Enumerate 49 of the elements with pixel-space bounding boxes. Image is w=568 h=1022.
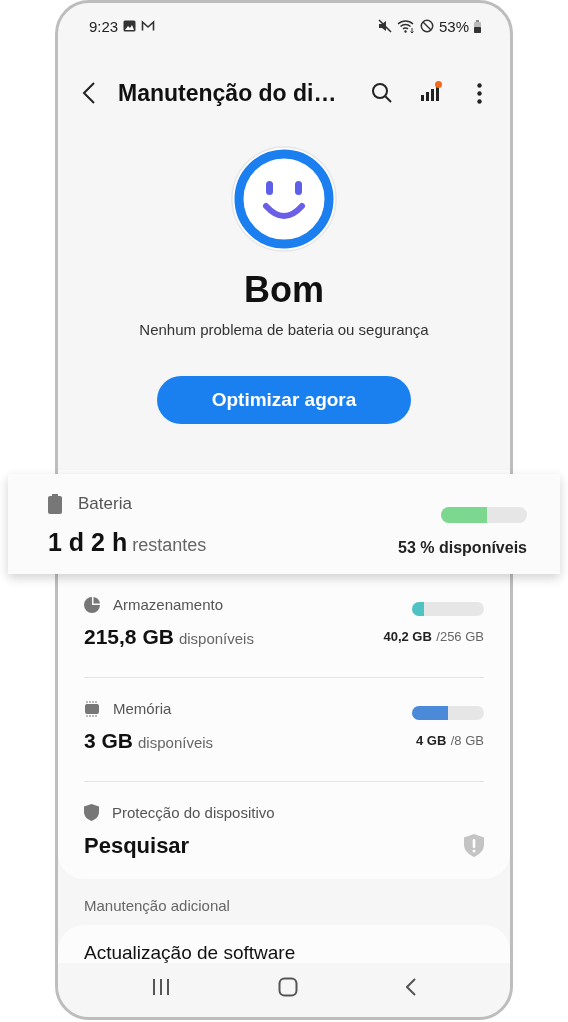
do-not-disturb-icon xyxy=(419,19,434,33)
metric-value: 1 d 2 h xyxy=(48,528,128,557)
shield-alert-icon xyxy=(464,834,484,857)
mail-icon xyxy=(141,20,156,32)
pie-chart-icon xyxy=(84,596,100,613)
used-amount: 40,2 GB xyxy=(383,629,432,644)
metric-label: Bateria xyxy=(78,494,132,514)
home-button[interactable] xyxy=(278,977,298,997)
more-options-button[interactable] xyxy=(477,82,482,104)
menu-item[interactable]: Actualização de software xyxy=(58,925,510,963)
section-heading: Manutenção adicional xyxy=(84,896,231,916)
metric-label: Armazenamento xyxy=(113,596,224,613)
metric-unit: disponíveis xyxy=(178,630,254,647)
back-nav-button[interactable] xyxy=(406,978,416,996)
metric-value: Pesquisar xyxy=(84,833,190,859)
metric-unit: restantes xyxy=(132,535,207,556)
optimize-button[interactable]: Optimizar agora xyxy=(157,376,411,424)
metric-value: 215,8 GB xyxy=(84,625,174,649)
battery-icon xyxy=(474,19,481,33)
more-icon xyxy=(477,82,482,104)
wifi-icon xyxy=(396,19,415,33)
total-amount: /256 GB xyxy=(436,629,484,644)
metric-value: 3 GB xyxy=(84,729,133,753)
back-button[interactable] xyxy=(82,81,96,105)
chip-icon xyxy=(84,700,100,717)
search-button[interactable] xyxy=(371,82,393,104)
metric-label: Memória xyxy=(113,700,172,717)
battery-icon xyxy=(48,494,62,514)
status-message: Nenhum problema de bateria ou segurança xyxy=(139,320,429,340)
back-icon xyxy=(82,81,96,105)
clock: 9:23 xyxy=(89,17,119,35)
shield-icon xyxy=(84,804,99,821)
recent-apps-icon xyxy=(152,978,170,996)
smiley-icon xyxy=(231,146,337,252)
metric-label: Protecção do dispositivo xyxy=(112,804,275,821)
metric-reading: 53 % disponíveis xyxy=(398,539,527,557)
metric-unit: disponíveis xyxy=(138,734,214,751)
image-icon xyxy=(123,20,137,32)
bar-chart-icon xyxy=(421,85,439,101)
used-amount: 4 GB xyxy=(415,733,447,748)
recent-apps-button[interactable] xyxy=(152,978,170,996)
page-title: Manutenção do di… xyxy=(118,79,338,107)
home-icon xyxy=(278,977,298,997)
total-amount: /8 GB xyxy=(450,733,484,748)
back-icon xyxy=(406,978,416,996)
battery-percent: 53% xyxy=(438,17,469,35)
search-icon xyxy=(371,82,393,104)
status-title: Bom xyxy=(244,268,324,312)
mute-icon xyxy=(377,19,392,33)
